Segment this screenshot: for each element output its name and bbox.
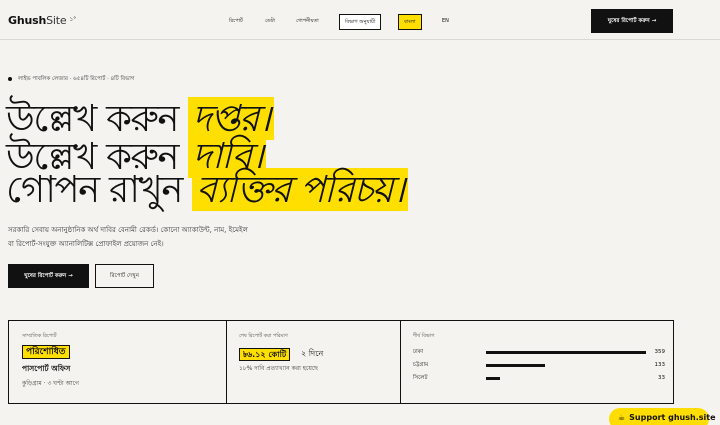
support-label: Support ghush.site bbox=[629, 413, 716, 422]
nav-item-by-division[interactable]: বিভাগ অনুযায়ী bbox=[339, 14, 382, 30]
recent-report-label: সাম্প্রতিক রিপোর্ট bbox=[22, 333, 57, 339]
division-row: ঢাকা 359 bbox=[413, 347, 665, 357]
lang-bangla-button[interactable]: বাংলা bbox=[398, 14, 422, 30]
live-dot-icon bbox=[8, 76, 12, 81]
amount-panel: শেষ রিপোর্ট করা পরিমাণ ৳৬.১২ কোটি ২ দিনে… bbox=[227, 321, 401, 403]
hero-line-1-text: উল্লেখ করুন bbox=[6, 97, 179, 140]
amount-label: শেষ রিপোর্ট করা পরিমাণ bbox=[239, 333, 288, 339]
division-count: 133 bbox=[654, 362, 666, 368]
lang-english-button[interactable]: EN bbox=[442, 14, 449, 28]
hero-description-line-2: বা রিপোর্ট-সংযুক্ত অ্যানালিটিক্স প্রোফাই… bbox=[8, 240, 164, 248]
header-report-button[interactable]: ঘুষের রিপোর্ট করুন → bbox=[591, 9, 673, 33]
view-reports-button[interactable]: রিপোর্ট দেখুন bbox=[95, 264, 154, 288]
support-button[interactable]: ☕ Support ghush.site bbox=[609, 408, 716, 425]
division-count: 359 bbox=[654, 349, 666, 355]
division-name: ঢাকা bbox=[413, 349, 424, 355]
coffee-cup-icon: ☕ bbox=[618, 413, 626, 422]
hero-line-3-text: গোপন রাখুন bbox=[6, 168, 183, 211]
nav-item-data[interactable]: ডেটা bbox=[265, 14, 275, 28]
amount-note: ১৮% দাবি প্রত্যাখ্যান করা হয়েছে bbox=[239, 365, 318, 372]
report-bribe-button[interactable]: ঘুষের রিপোর্ট করুন → bbox=[8, 264, 89, 288]
recent-location: কুড়িগ্রাম · ৩ ঘণ্টা আগে bbox=[22, 380, 79, 387]
nav-item-reports[interactable]: রিপোর্ট bbox=[229, 14, 243, 28]
hero-line-3: গোপন রাখুন ব্যক্তির পরিচয়। bbox=[6, 168, 408, 211]
recent-report-panel: সাম্প্রতিক রিপোর্ট পরিশোধিত পাসপোর্ট অফি… bbox=[9, 321, 227, 403]
division-bar bbox=[486, 364, 546, 367]
recent-office: পাসপোর্ট অফিস bbox=[22, 364, 71, 373]
division-name: সিলেট bbox=[413, 375, 428, 381]
top-divisions-panel: শীর্ষ বিভাগ ঢাকা 359 চট্টগ্রাম 133 সিলেট… bbox=[401, 321, 673, 403]
hero-line-1-highlight: দপ্তর। bbox=[188, 97, 274, 140]
ledger-meta: লাইভ পাবলিক লেজার · ৬৫৪টি রিপোর্ট · ৪টি … bbox=[8, 76, 134, 84]
division-bar bbox=[486, 377, 501, 380]
site-header: GhushSite ১° রিপোর্ট ডেটা গোপনীয়তা বিভাগ… bbox=[0, 0, 720, 40]
division-name: চট্টগ্রাম bbox=[413, 362, 429, 368]
division-row: চট্টগ্রাম 133 bbox=[413, 360, 665, 370]
hero-description-line-1: সরকারি সেবায় অনানুষ্ঠানিক অর্থ দাবির বে… bbox=[8, 226, 248, 234]
hero-line-3-highlight: ব্যক্তির পরিচয়। bbox=[192, 168, 408, 211]
amount-badge: ৳৬.১২ কোটি bbox=[239, 348, 291, 361]
division-bar bbox=[486, 351, 646, 354]
hero-line-1: উল্লেখ করুন দপ্তর। bbox=[6, 97, 274, 140]
nav-item-privacy[interactable]: গোপনীয়তা bbox=[296, 14, 319, 28]
stats-strip: সাম্প্রতিক রিপোর্ট পরিশোধিত পাসপোর্ট অফি… bbox=[8, 320, 674, 404]
division-count: 33 bbox=[658, 375, 665, 381]
ledger-meta-text: লাইভ পাবলিক লেজার · ৬৫৪টি রিপোর্ট · ৪টি … bbox=[18, 76, 135, 82]
amount-days: ২ দিনে bbox=[301, 349, 324, 358]
recent-status-badge: পরিশোধিত bbox=[22, 345, 70, 359]
division-row: সিলেট 33 bbox=[413, 373, 665, 383]
top-divisions-label: শীর্ষ বিভাগ bbox=[413, 333, 435, 339]
